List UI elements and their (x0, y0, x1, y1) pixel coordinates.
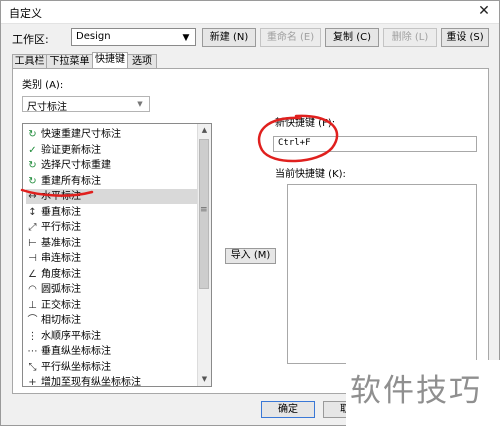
list-item[interactable]: ↻ 重建所有标注 (26, 174, 198, 189)
list-item-label: 串连标注 (41, 253, 81, 264)
tangent-dim-icon: ⌒ (27, 315, 38, 326)
copy-button[interactable]: 复制 (C) (325, 28, 379, 47)
list-item[interactable]: ↻ 选择尺寸标重建 (26, 158, 198, 173)
list-item[interactable]: ⊣ 串连标注 (26, 251, 198, 266)
import-button[interactable]: 导入 (M) (225, 248, 276, 264)
list-item[interactable]: ↕ 垂直标注 (26, 205, 198, 220)
reset-button[interactable]: 重设 (S) (441, 28, 489, 47)
angle-dim-icon: ∠ (28, 268, 37, 280)
list-item[interactable]: ↔ 水平标注 (26, 189, 198, 204)
rebuild-all-icon: ↻ (28, 175, 37, 187)
list-item-label: 角度标注 (41, 268, 81, 280)
list-item[interactable]: ⤢ 平行标注 (26, 220, 198, 235)
vertical-dim-icon: ↕ (28, 206, 37, 218)
list-item[interactable]: ⊢ 基准标注 (26, 236, 198, 251)
verify-update-icon: ✓ (28, 144, 37, 156)
select-rebuild-icon: ↻ (28, 160, 37, 171)
chevron-down-icon[interactable]: ▼ (179, 30, 193, 46)
tab-toolbar[interactable]: 工具栏 (12, 54, 47, 69)
list-item-label: 平行标注 (41, 222, 81, 233)
list-item[interactable]: ⋮ 水顺序平标注 (26, 329, 198, 344)
list-item[interactable]: + 增加至现有纵坐标标注 (26, 375, 198, 387)
list-item-label: 平行纵坐标标注 (41, 361, 111, 373)
ordinate-horizontal-icon: ⋮ (27, 330, 38, 342)
workspace-select[interactable]: Design ▼ (71, 28, 196, 46)
list-scrollbar[interactable]: ▲ ≡ ▼ (197, 124, 211, 386)
tab-dropdown-menu[interactable]: 下拉菜单 (46, 54, 93, 69)
list-item-label: 重建所有标注 (41, 175, 101, 187)
baseline-dim-icon: ⊢ (28, 237, 37, 249)
rebuild-quick-icon: ↻ (28, 129, 37, 140)
list-item[interactable]: ◠ 圆弧标注 (26, 282, 198, 297)
scroll-down-icon[interactable]: ▼ (198, 373, 211, 386)
list-item-label: 基准标注 (41, 237, 81, 249)
grip-icon: ≡ (200, 205, 208, 215)
list-item-label: 水平标注 (41, 191, 81, 202)
category-label: 类别 (A): (22, 80, 64, 91)
list-item[interactable]: ⋯ 垂直纵坐标标注 (26, 344, 198, 359)
list-item-label: 水顺序平标注 (41, 330, 101, 342)
list-item-label: 垂直纵坐标标注 (41, 346, 111, 357)
delete-button[interactable]: 删除 (L) (383, 28, 437, 47)
tab-shortcuts[interactable]: 快捷键 (92, 52, 128, 69)
dialog-title: 自定义 (9, 7, 42, 20)
list-item[interactable]: ∠ 角度标注 (26, 267, 198, 282)
list-item[interactable]: ⊥ 正交标注 (26, 298, 198, 313)
list-item[interactable]: ↻ 快速重建尺寸标注 (26, 127, 198, 142)
current-shortcut-label: 当前快捷键 (K): (275, 169, 346, 180)
arc-dim-icon: ◠ (28, 284, 37, 295)
chevron-down-icon[interactable]: ▼ (133, 97, 147, 111)
list-item[interactable]: ✓ 验证更新标注 (26, 143, 198, 158)
workspace-label: 工作区: (12, 33, 49, 46)
title-bar: 自定义 ✕ (1, 1, 499, 24)
list-item-label: 垂直标注 (41, 206, 81, 218)
chain-dim-icon: ⊣ (28, 253, 37, 264)
current-shortcut-list[interactable] (287, 184, 477, 364)
rename-button[interactable]: 重命名 (E) (260, 28, 321, 47)
new-shortcut-input[interactable]: Ctrl+F (273, 136, 477, 152)
tab-options[interactable]: 选项 (127, 54, 157, 69)
horizontal-dim-icon: ↔ (28, 191, 37, 202)
new-button[interactable]: 新建 (N) (202, 28, 256, 47)
close-icon[interactable]: ✕ (475, 3, 493, 19)
list-item-label: 增加至现有纵坐标标注 (41, 377, 141, 387)
ordinate-parallel-icon: ⤡ (28, 361, 37, 373)
list-item-label: 选择尺寸标重建 (41, 160, 111, 171)
ordinate-vertical-icon: ⋯ (27, 346, 38, 357)
new-shortcut-value: Ctrl+F (278, 138, 311, 148)
scroll-up-icon[interactable]: ▲ (198, 124, 211, 137)
ok-button[interactable]: 确定 (261, 401, 315, 418)
list-item-label: 验证更新标注 (41, 144, 101, 156)
category-select[interactable]: 尺寸标注 ▼ (22, 96, 150, 113)
watermark-text: 软件技巧 (350, 373, 482, 409)
category-value: 尺寸标注 (27, 102, 67, 113)
ortho-dim-icon: ⊥ (28, 299, 37, 311)
list-item-label: 圆弧标注 (41, 284, 81, 295)
list-item-label: 相切标注 (41, 315, 81, 326)
list-item-label: 快速重建尺寸标注 (41, 129, 121, 140)
new-shortcut-label: 新快捷键 (F): (275, 118, 336, 129)
list-item[interactable]: ⌒ 相切标注 (26, 313, 198, 328)
list-item[interactable]: ⤡ 平行纵坐标标注 (26, 360, 198, 375)
list-item-label: 正交标注 (41, 299, 81, 311)
add-ordinate-icon: + (28, 377, 37, 387)
workspace-value: Design (76, 31, 111, 42)
parallel-dim-icon: ⤢ (28, 222, 37, 233)
command-list[interactable]: ↻ 快速重建尺寸标注 ✓ 验证更新标注 ↻ 选择尺寸标重建 ↻ 重建所有标注 ↔ 水平标注 ↕ 垂直标… (22, 123, 212, 387)
